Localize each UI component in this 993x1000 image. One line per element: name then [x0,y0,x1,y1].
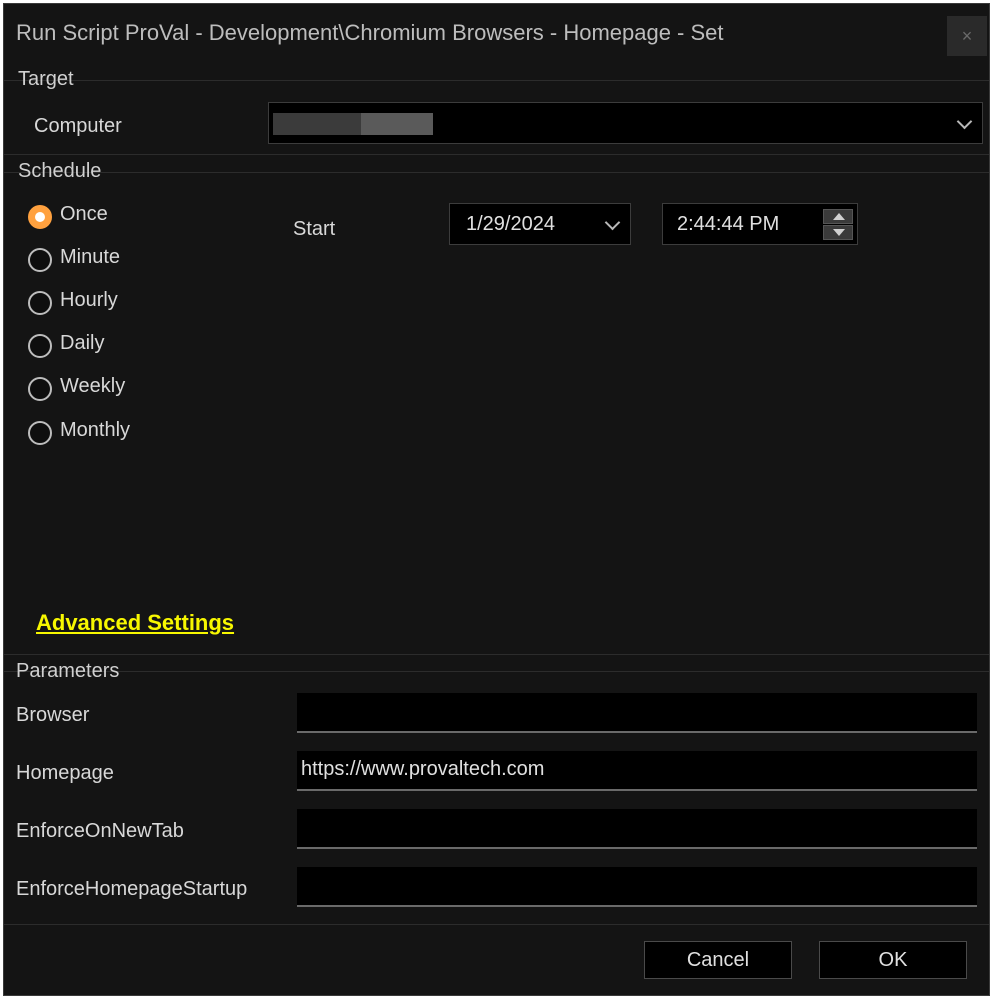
radio-label: Monthly [60,419,131,441]
radio-unchecked-icon[interactable] [28,377,52,401]
computer-select[interactable] [268,102,983,144]
radio-unchecked-icon[interactable] [28,334,52,358]
redacted-block [273,113,365,135]
radio-unchecked-icon[interactable] [28,291,52,315]
arrow-down-icon [833,229,845,236]
start-date-value: 1/29/2024 [466,213,555,235]
computer-label: Computer [34,115,122,137]
enforce-homepage-startup-field[interactable] [297,867,977,907]
enforce-on-new-tab-label: EnforceOnNewTab [16,820,184,842]
radio-label: Once [60,203,108,225]
radio-label: Daily [60,332,105,354]
chevron-down-icon [956,113,973,130]
spin-up-button[interactable] [823,209,853,224]
parameters-section-label: Parameters [16,660,120,682]
run-script-dialog: Run Script ProVal - Development\Chromium… [3,3,990,996]
browser-label: Browser [16,704,90,726]
start-time-spinner[interactable]: 2:44:44 PM [662,203,858,245]
radio-checked-icon[interactable] [28,205,52,229]
start-label: Start [293,218,336,240]
footer-divider [4,924,989,925]
parameters-divider [4,671,989,672]
parameters-divider-top [4,654,989,655]
enforce-homepage-startup-label: EnforceHomepageStartup [16,878,248,900]
advanced-settings-link[interactable]: Advanced Settings [36,610,234,636]
target-section-label: Target [18,68,74,90]
schedule-divider [4,172,989,173]
target-divider [4,80,989,81]
radio-label: Hourly [60,289,118,311]
homepage-value: https://www.provaltech.com [301,758,545,780]
browser-field[interactable] [297,693,977,733]
chevron-down-icon [604,214,621,231]
radio-unchecked-icon[interactable] [28,248,52,272]
schedule-divider-top [4,154,989,155]
schedule-section-label: Schedule [18,160,102,182]
title-bar: Run Script ProVal - Development\Chromium… [4,4,989,60]
radio-label: Minute [60,246,121,268]
homepage-label: Homepage [16,762,114,784]
spin-down-button[interactable] [823,225,853,240]
ok-button[interactable]: OK [819,941,967,979]
redacted-block [361,113,433,135]
start-time-value: 2:44:44 PM [677,213,780,235]
enforce-on-new-tab-field[interactable] [297,809,977,849]
start-date-picker[interactable]: 1/29/2024 [449,203,631,245]
homepage-field[interactable]: https://www.provaltech.com [297,751,977,791]
radio-unchecked-icon[interactable] [28,421,52,445]
close-button[interactable]: × [947,16,987,56]
radio-label: Weekly [60,375,126,397]
cancel-button[interactable]: Cancel [644,941,792,979]
window-title: Run Script ProVal - Development\Chromium… [16,20,724,45]
arrow-up-icon [833,213,845,220]
